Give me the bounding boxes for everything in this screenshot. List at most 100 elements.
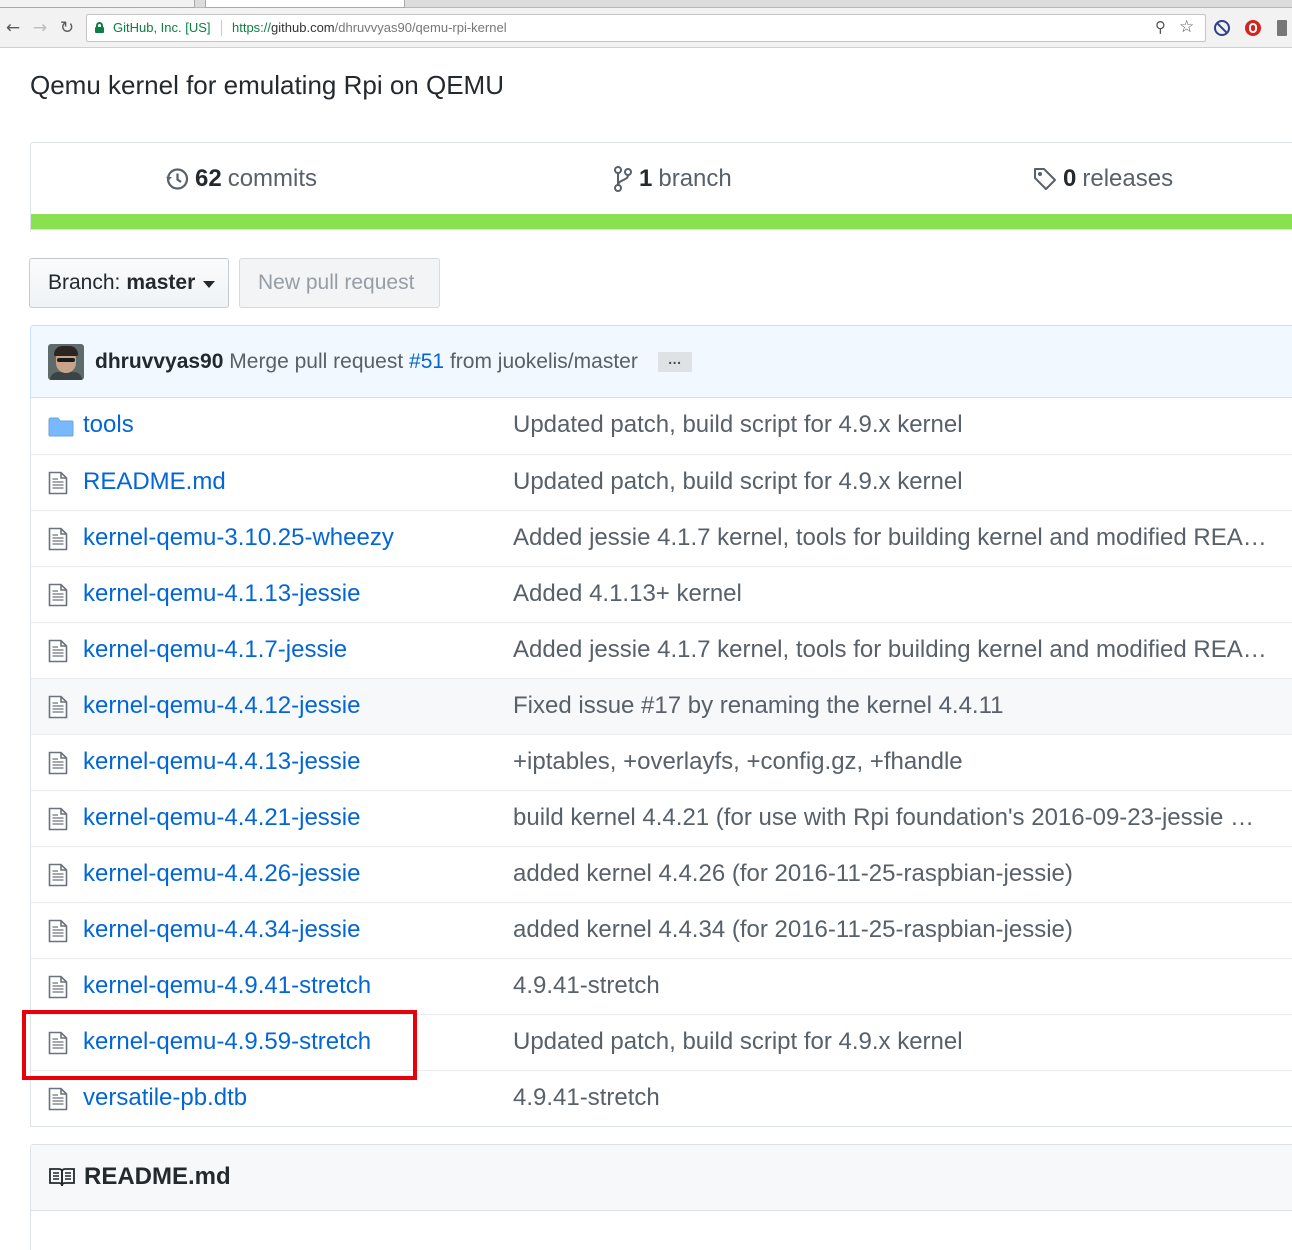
browser-toolbar: ← → ↻ GitHub, Inc. [US] https://github.c… [0, 8, 1292, 48]
url-host: github.com [271, 20, 335, 35]
commits-label: commits [227, 165, 318, 192]
readme-header: README.md [31, 1145, 1292, 1211]
language-bar[interactable] [30, 214, 1292, 230]
pull-request-link[interactable]: #51 [409, 350, 444, 373]
zoom-icon[interactable]: ⚲ [1155, 18, 1166, 36]
file-icon [48, 1087, 68, 1118]
file-name-link[interactable]: kernel-qemu-4.4.34-jessie [83, 916, 360, 944]
browser-tab[interactable] [0, 0, 195, 8]
file-row[interactable]: kernel-qemu-4.4.13-jessie +iptables, +ove… [31, 734, 1292, 790]
caret-down-icon [203, 280, 216, 288]
commit-author[interactable]: dhruvvyas90 [95, 350, 223, 373]
file-icon [48, 527, 68, 558]
file-row[interactable]: tools Updated patch, build script for 4.9… [31, 398, 1292, 454]
readme-title[interactable]: README.md [84, 1163, 231, 1191]
download-extension-icon[interactable] [1277, 20, 1287, 36]
file-commit-message[interactable]: Added jessie 4.1.7 kernel, tools for bui… [513, 524, 1283, 552]
reload-icon[interactable]: ↻ [56, 17, 78, 39]
commits-link[interactable]: 62 commits [165, 165, 317, 193]
file-commit-message[interactable]: Updated patch, build script for 4.9.x ke… [513, 411, 1283, 439]
browser-tab-active[interactable] [205, 0, 405, 8]
commits-count: 62 [195, 165, 222, 192]
file-name-link[interactable]: kernel-qemu-4.4.21-jessie [83, 804, 360, 832]
lock-icon [95, 22, 104, 33]
file-name-link[interactable]: tools [83, 411, 134, 439]
site-identity[interactable]: GitHub, Inc. [US] [113, 20, 211, 35]
avatar[interactable] [48, 344, 84, 380]
branch-icon [614, 166, 632, 192]
history-icon [166, 168, 189, 190]
file-row[interactable]: kernel-qemu-3.10.25-wheezy Added jessie 4… [31, 510, 1292, 566]
file-row[interactable]: README.md Updated patch, build script for… [31, 454, 1292, 510]
url-text[interactable]: https://github.com/dhruvvyas90/qemu-rpi-… [232, 20, 507, 35]
commit-message-suffix[interactable]: from juokelis/master [450, 350, 638, 373]
file-icon [48, 695, 68, 726]
highlight-annotation [22, 1010, 417, 1080]
releases-label: releases [1082, 165, 1174, 192]
divider [221, 20, 222, 36]
file-row[interactable]: kernel-qemu-4.1.7-jessie Added jessie 4.1… [31, 622, 1292, 678]
file-icon [48, 751, 68, 782]
block-extension-icon[interactable] [1214, 20, 1230, 36]
releases-count: 0 [1063, 165, 1077, 192]
file-row[interactable]: kernel-qemu-4.1.13-jessie Added 4.1.13+ k… [31, 566, 1292, 622]
record-extension-icon[interactable] [1245, 20, 1261, 36]
file-name-link[interactable]: kernel-qemu-4.4.26-jessie [83, 860, 360, 888]
branch-label: Branch: [48, 271, 121, 294]
file-commit-message[interactable]: Updated patch, build script for 4.9.x ke… [513, 1028, 1283, 1056]
file-name-link[interactable]: README.md [83, 468, 226, 496]
commit-message: dhruvvyas90 Merge pull request #51 from … [95, 350, 692, 374]
file-icon [48, 863, 68, 894]
commit-message-prefix[interactable]: Merge pull request [229, 350, 403, 373]
file-commit-message[interactable]: added kernel 4.4.26 (for 2016-11-25-rasp… [513, 860, 1283, 888]
tag-icon [1034, 168, 1056, 190]
file-name-link[interactable]: kernel-qemu-4.1.7-jessie [83, 636, 347, 664]
file-icon [48, 919, 68, 950]
file-name-link[interactable]: kernel-qemu-4.1.13-jessie [83, 580, 360, 608]
file-icon [48, 975, 68, 1006]
file-icon [48, 471, 68, 502]
branch-name: master [126, 271, 196, 294]
latest-commit: dhruvvyas90 Merge pull request #51 from … [30, 325, 1292, 398]
file-commit-message[interactable]: 4.9.41-stretch [513, 1084, 1283, 1112]
file-row[interactable]: kernel-qemu-4.4.21-jessie build kernel 4.… [31, 790, 1292, 846]
file-row[interactable]: kernel-qemu-4.9.41-stretch 4.9.41-stretch [31, 958, 1292, 1014]
branch-select-button[interactable]: Branch: master [29, 258, 229, 308]
url-path: /dhruvvyas90/qemu-rpi-kernel [334, 20, 507, 35]
file-icon [48, 639, 68, 670]
url-protocol: https:// [232, 20, 272, 35]
file-row[interactable]: kernel-qemu-4.4.26-jessie added kernel 4.… [31, 846, 1292, 902]
forward-icon[interactable]: → [29, 17, 51, 39]
file-commit-message[interactable]: build kernel 4.4.21 (for use with Rpi fo… [513, 804, 1283, 832]
tab-strip [0, 0, 1292, 8]
file-commit-message[interactable]: Added 4.1.13+ kernel [513, 580, 1283, 608]
file-row[interactable]: kernel-qemu-4.4.34-jessie added kernel 4.… [31, 902, 1292, 958]
file-commit-message[interactable]: +iptables, +overlayfs, +config.gz, +fhan… [513, 748, 1283, 776]
file-commit-message[interactable]: Added jessie 4.1.7 kernel, tools for bui… [513, 636, 1283, 664]
branches-count: 1 [639, 165, 653, 192]
file-commit-message[interactable]: added kernel 4.4.34 (for 2016-11-25-rasp… [513, 916, 1283, 944]
file-commit-message[interactable]: 4.9.41-stretch [513, 972, 1283, 1000]
book-icon [49, 1168, 75, 1187]
new-pull-request-button[interactable]: New pull request [239, 258, 440, 308]
file-icon [48, 807, 68, 838]
file-commit-message[interactable]: Fixed issue #17 by renaming the kernel 4… [513, 692, 1283, 720]
address-bar[interactable]: GitHub, Inc. [US] https://github.com/dhr… [86, 14, 1206, 42]
branches-link[interactable]: 1 branch [613, 165, 732, 193]
file-name-link[interactable]: kernel-qemu-4.9.41-stretch [83, 972, 371, 1000]
file-name-link[interactable]: versatile-pb.dtb [83, 1084, 247, 1112]
file-row[interactable]: kernel-qemu-4.4.12-jessie Fixed issue #17… [31, 678, 1292, 734]
file-name-link[interactable]: kernel-qemu-4.4.13-jessie [83, 748, 360, 776]
readme-box: README.md [30, 1144, 1292, 1250]
folder-icon [48, 416, 74, 444]
releases-link[interactable]: 0 releases [1033, 165, 1173, 193]
star-icon[interactable]: ☆ [1179, 17, 1194, 37]
branches-label: branch [658, 165, 732, 192]
file-name-link[interactable]: kernel-qemu-4.4.12-jessie [83, 692, 360, 720]
repo-description: Qemu kernel for emulating Rpi on QEMU [30, 70, 504, 100]
expand-commit-button[interactable]: … [657, 352, 692, 373]
file-name-link[interactable]: kernel-qemu-3.10.25-wheezy [83, 524, 394, 552]
back-icon[interactable]: ← [2, 17, 24, 39]
file-commit-message[interactable]: Updated patch, build script for 4.9.x ke… [513, 468, 1283, 496]
file-icon [48, 583, 68, 614]
